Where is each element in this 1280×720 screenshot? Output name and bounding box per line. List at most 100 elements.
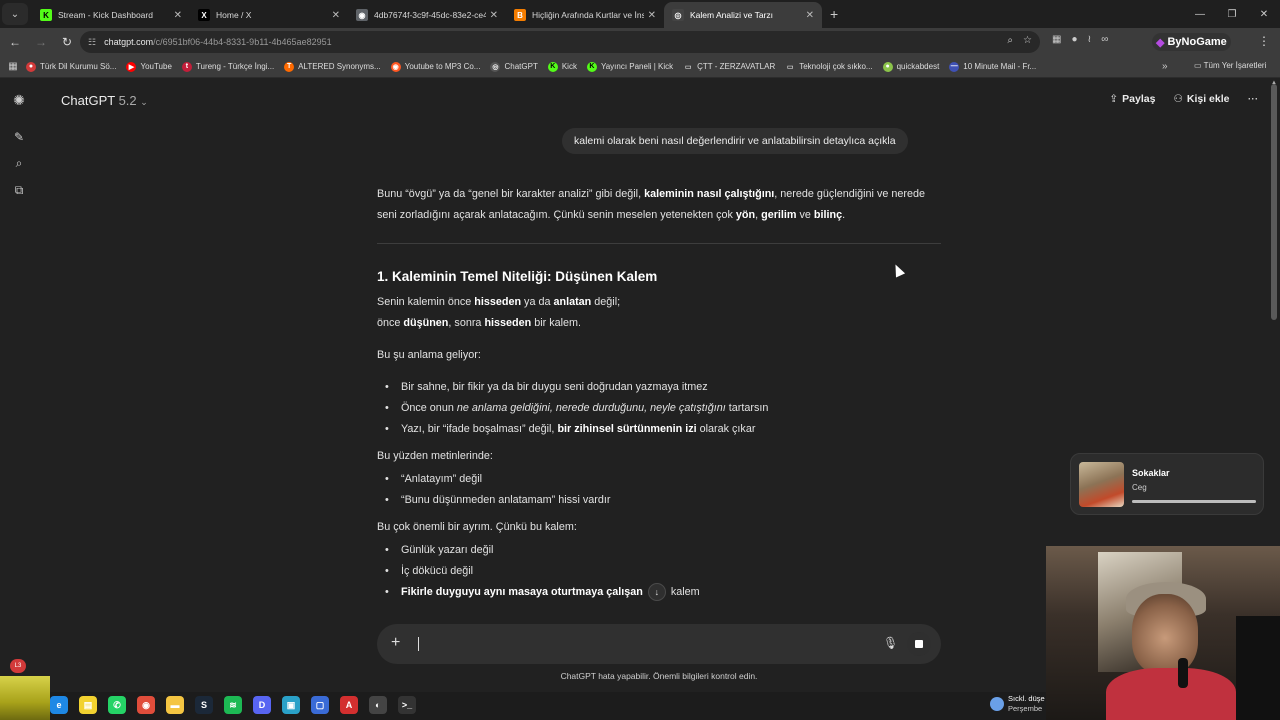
assistant-message: Bunu “övgü” ya da “genel bir karakter an…	[377, 184, 941, 609]
bookmark-item[interactable]: ● Türk Dil Kurumu Sö...	[26, 61, 116, 72]
list-item: İç dökücü değil	[377, 561, 941, 582]
bookmark-favicon-icon: —	[949, 61, 960, 72]
x-icon: X	[198, 9, 210, 21]
forward-icon[interactable]: →	[30, 35, 52, 49]
bookmark-item[interactable]: ● quickabdest	[882, 61, 939, 72]
message-composer[interactable]: + 🎙	[377, 624, 941, 664]
tab-title: Home / X	[216, 10, 252, 20]
site-info-icon[interactable]: ☷	[88, 37, 96, 48]
bynogame-extension-button[interactable]: ◆ ByNoGame	[1152, 33, 1231, 51]
bookmark-item[interactable]: ▭ Teknoloji çok sıkko...	[785, 62, 873, 72]
bookmark-item[interactable]: —10 Minute Mail - Fr...	[949, 61, 1036, 72]
tab-title: 4db7674f-3c9f-45dc-83e2-ce4...	[374, 10, 486, 20]
weather-line-1: Sıckl. düşe	[1008, 694, 1045, 703]
bookmark-item[interactable]: ▶ YouTube	[126, 61, 172, 72]
close-tab-icon[interactable]: ✕	[174, 10, 182, 21]
bookmark-item[interactable]: t Tureng - Türkçe İngi...	[181, 61, 274, 72]
bookmark-label: ÇTT - ZERZAVATLAR	[697, 62, 776, 71]
browser-tab[interactable]: ◎ Kalem Analizi ve Tarzı ✕	[664, 2, 822, 28]
bookmark-item[interactable]: ◉ Youtube to MP3 Co...	[390, 61, 480, 72]
lead-text-3: Bu çok önemli bir ayrım. Çünkü bu kalem:	[377, 521, 577, 533]
browser-tab[interactable]: X Home / X ✕	[190, 2, 348, 28]
pdf-icon[interactable]: A	[340, 696, 358, 714]
all-bookmarks-folder[interactable]: ▭ Tüm Yer İşaretleri	[1194, 61, 1266, 70]
model-selector[interactable]: ChatGPT 5.2 ⌄	[61, 93, 148, 108]
microphone-icon[interactable]: 🎙	[883, 636, 898, 650]
close-tab-icon[interactable]: ✕	[806, 10, 814, 21]
extension-grid-icon[interactable]: ▦	[1052, 34, 1061, 45]
apps-grid-icon[interactable]: ▦	[0, 61, 26, 72]
bookmark-favicon-icon: ◉	[390, 61, 401, 72]
stop-generating-button[interactable]	[907, 632, 931, 656]
close-tab-icon[interactable]: ✕	[648, 10, 656, 21]
spotify-icon[interactable]: ≋	[224, 696, 242, 714]
chrome-icon[interactable]: ◉	[137, 696, 155, 714]
minimize-icon[interactable]: —	[1184, 0, 1216, 28]
share-button[interactable]: ⇪ Paylaş	[1109, 93, 1155, 105]
bookmark-item[interactable]: K Yayıncı Paneli | Kick	[586, 61, 674, 72]
bookmark-item[interactable]: ◎ ChatGPT	[490, 61, 538, 72]
weather-icon	[990, 697, 1004, 711]
app-icon[interactable]: ▣	[282, 696, 300, 714]
extension-wave-icon[interactable]: ≀	[1088, 34, 1092, 45]
add-person-icon: ⚇	[1173, 93, 1183, 105]
back-icon[interactable]: ←	[4, 35, 26, 49]
list-item: Yazı, bir “ifade boşalması” değil, bir z…	[377, 419, 941, 440]
bookmark-item[interactable]: ▭ ÇTT - ZERZAVATLAR	[683, 62, 775, 72]
now-playing-widget: Sokaklar Ceg	[1070, 453, 1264, 515]
extension-drop-icon[interactable]: ●	[1071, 34, 1077, 45]
bookmark-star-icon[interactable]: ☆	[1023, 35, 1032, 46]
bookmark-favicon-icon: ▶	[126, 61, 137, 72]
extension-glasses-icon[interactable]: ∞	[1101, 34, 1108, 45]
browser-menu-icon[interactable]: ⋮	[1258, 34, 1270, 48]
new-tab-button[interactable]: +	[830, 6, 838, 22]
new-chat-icon[interactable]: ✎	[12, 130, 26, 144]
weather-widget[interactable]: Sıckl. düşe Perşembe	[990, 694, 1045, 714]
tab-search-menu-icon[interactable]: ⌄	[2, 3, 28, 25]
terminal-icon[interactable]: >_	[398, 696, 416, 714]
add-person-label: Kişi ekle	[1186, 93, 1230, 105]
scroll-down-button[interactable]: ↓	[647, 583, 666, 602]
sticky-notes-icon[interactable]: ▤	[79, 696, 97, 714]
list-item: Fikirle duyguyu aynı masaya oturtmaya ça…	[377, 582, 941, 603]
browser-tab[interactable]: K Stream - Kick Dashboard ✕	[32, 2, 190, 28]
search-icon[interactable]: ⌕	[12, 156, 26, 170]
bookmark-item[interactable]: T ALTERED Synonyms...	[284, 61, 381, 72]
chatgpt-icon: ◎	[672, 9, 684, 21]
globe-icon: ◉	[356, 9, 368, 21]
app2-icon[interactable]: ▢	[311, 696, 329, 714]
page-scrollbar-thumb[interactable]	[1271, 84, 1277, 320]
bookmark-favicon-icon: ▭	[786, 63, 794, 71]
bullet-list-1: Bir sahne, bir fikir ya da bir duygu sen…	[377, 377, 941, 440]
obs-icon[interactable]: ◐	[369, 696, 387, 714]
zoom-icon[interactable]: ⌕	[1007, 35, 1013, 46]
bullet-list-3: Günlük yazarı değil İç dökücü değil Fiki…	[377, 540, 941, 603]
bookmark-label: Yayıncı Paneli | Kick	[600, 62, 674, 71]
bookmark-favicon-icon: T	[284, 61, 295, 72]
browser-tab[interactable]: ◉ 4db7674f-3c9f-45dc-83e2-ce4... ✕	[348, 2, 506, 28]
close-tab-icon[interactable]: ✕	[490, 10, 498, 21]
bookmark-favicon-icon: ●	[882, 61, 893, 72]
steam-icon[interactable]: S	[195, 696, 213, 714]
stop-icon	[915, 640, 923, 648]
restore-icon[interactable]: ❐	[1216, 0, 1248, 28]
edge-icon[interactable]: e	[50, 696, 68, 714]
close-tab-icon[interactable]: ✕	[332, 10, 340, 21]
close-window-icon[interactable]: ✕	[1248, 0, 1280, 28]
discord-icon[interactable]: D	[253, 696, 271, 714]
bookmark-item[interactable]: K Kick	[547, 61, 577, 72]
kick-icon: K	[40, 9, 52, 21]
file-explorer-icon[interactable]: ▬	[166, 696, 184, 714]
share-icon: ⇪	[1109, 93, 1119, 105]
bookmark-favicon-icon: t	[181, 61, 192, 72]
attach-plus-icon[interactable]: +	[391, 634, 400, 652]
whatsapp-icon[interactable]: ✆	[108, 696, 126, 714]
more-options-icon[interactable]: ⋯	[1248, 93, 1259, 105]
reload-icon[interactable]: ↻	[56, 35, 78, 49]
address-bar[interactable]: ☷ chatgpt.com/c/6951bf06-44b4-8331-9b11-…	[80, 31, 1040, 53]
browser-tab[interactable]: B Hiçliğin Arafında Kurtlar ve İnsa... ✕	[506, 2, 664, 28]
more-bookmarks-icon[interactable]: »	[1162, 61, 1168, 72]
add-person-button[interactable]: ⚇ Kişi ekle	[1173, 93, 1229, 105]
library-icon[interactable]: ⧉	[12, 183, 26, 197]
openai-logo-icon[interactable]: ✺	[12, 92, 26, 108]
